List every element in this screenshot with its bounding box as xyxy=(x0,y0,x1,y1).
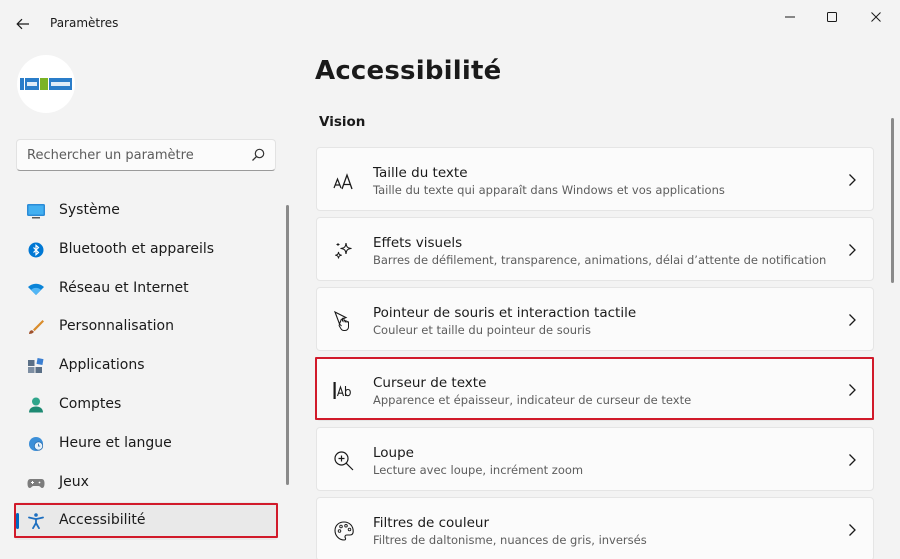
info-4-android-logo xyxy=(20,78,72,90)
card-title: Filtres de couleur xyxy=(373,515,490,531)
text-cursor-icon xyxy=(333,382,351,399)
card-curseur-de-texte[interactable]: Curseur de texte Apparence et épaisseur,… xyxy=(316,357,874,421)
magnifier-icon xyxy=(334,451,354,471)
text-size-icon xyxy=(333,173,353,190)
sidebar-scrollbar[interactable] xyxy=(286,205,289,485)
card-title: Effets visuels xyxy=(373,235,463,251)
sidebar-item-applications[interactable]: Applications xyxy=(14,347,278,385)
card-title: Taille du texte xyxy=(373,165,468,181)
clock-globe-icon xyxy=(29,436,44,451)
sidebar-item-label: Comptes xyxy=(59,395,122,412)
card-effets-visuels[interactable]: Effets visuels Barres de défilement, tra… xyxy=(316,217,874,281)
sidebar-item-accessibilite[interactable]: Accessibilité xyxy=(14,502,278,541)
sidebar-item-label: Système xyxy=(59,202,120,218)
sidebar-item-label: Personnalisation xyxy=(59,318,174,335)
back-button[interactable] xyxy=(8,10,38,38)
chevron-right-icon xyxy=(849,454,856,466)
minimize-icon xyxy=(785,16,795,18)
sparkle-icon xyxy=(335,242,352,259)
sidebar-item-label: Heure et langue xyxy=(59,434,172,451)
sidebar-item-label: Bluetooth et appareils xyxy=(59,240,215,257)
chevron-right-icon xyxy=(849,244,856,256)
sidebar-item-personnalisation[interactable]: Personnalisation xyxy=(14,308,278,346)
main-scrollbar[interactable] xyxy=(891,118,894,283)
card-pointeur-souris[interactable]: Pointeur de souris et interaction tactil… xyxy=(316,287,874,351)
card-title: Loupe xyxy=(373,445,414,461)
chevron-right-icon xyxy=(849,174,856,186)
sidebar-item-label: Accessibilité xyxy=(59,512,146,529)
maximize-button[interactable] xyxy=(812,4,852,30)
close-icon xyxy=(871,12,881,22)
sidebar-item-label: Réseau et Internet xyxy=(59,279,189,296)
title-bar: Paramètres xyxy=(0,0,900,48)
card-subtitle: Apparence et épaisseur, indicateur de cu… xyxy=(373,393,692,407)
card-taille-du-texte[interactable]: Taille du texte Taille du texte qui appa… xyxy=(316,147,874,211)
chevron-right-icon xyxy=(849,524,856,536)
card-subtitle: Couleur et taille du pointeur de souris xyxy=(373,323,591,337)
bluetooth-icon xyxy=(28,242,44,258)
card-subtitle: Barres de défilement, transparence, anim… xyxy=(373,253,827,267)
sidebar-item-heure-langue[interactable]: Heure et langue xyxy=(14,425,278,463)
back-arrow-icon xyxy=(16,18,29,30)
card-title: Curseur de texte xyxy=(373,375,487,391)
page-title: Accessibilité xyxy=(315,56,502,86)
gamepad-icon xyxy=(27,478,45,488)
accessibility-icon xyxy=(28,513,44,530)
settings-cards: Taille du texte Taille du texte qui appa… xyxy=(316,147,874,559)
search-input[interactable] xyxy=(27,146,247,164)
maximize-icon xyxy=(827,12,837,22)
account-icon xyxy=(29,397,43,413)
card-title: Pointeur de souris et interaction tactil… xyxy=(373,305,637,321)
apps-icon xyxy=(28,358,44,374)
color-palette-icon xyxy=(334,521,354,541)
chevron-right-icon xyxy=(849,384,856,396)
search-box[interactable] xyxy=(16,139,276,171)
card-subtitle: Taille du texte qui apparaît dans Window… xyxy=(373,183,725,197)
sidebar-item-label: Applications xyxy=(59,357,145,374)
wifi-icon xyxy=(28,283,44,295)
window-title: Paramètres xyxy=(50,16,119,30)
card-loupe[interactable]: Loupe Lecture avec loupe, incrément zoom xyxy=(316,427,874,491)
sidebar-item-jeux[interactable]: Jeux xyxy=(14,464,278,502)
card-subtitle: Filtres de daltonisme, nuances de gris, … xyxy=(373,533,647,547)
card-subtitle: Lecture avec loupe, incrément zoom xyxy=(373,463,584,477)
chevron-right-icon xyxy=(849,314,856,326)
sidebar-item-reseau[interactable]: Réseau et Internet xyxy=(14,270,278,308)
minimize-button[interactable] xyxy=(770,4,810,30)
sidebar-nav: Système Bluetooth et appareils Réseau et… xyxy=(14,192,278,541)
sidebar-item-systeme[interactable]: Système xyxy=(14,192,278,230)
section-title: Vision xyxy=(319,114,366,130)
sidebar-item-comptes[interactable]: Comptes xyxy=(14,386,278,424)
brush-icon xyxy=(29,320,44,335)
touch-pointer-icon xyxy=(333,310,349,331)
search-icon xyxy=(252,148,265,161)
system-monitor-icon xyxy=(27,204,45,219)
close-button[interactable] xyxy=(856,4,896,30)
card-filtres-de-couleur[interactable]: Filtres de couleur Filtres de daltonisme… xyxy=(316,497,874,559)
sidebar-item-label: Jeux xyxy=(59,473,89,490)
sidebar-item-bluetooth[interactable]: Bluetooth et appareils xyxy=(14,231,278,269)
avatar[interactable] xyxy=(17,55,75,113)
